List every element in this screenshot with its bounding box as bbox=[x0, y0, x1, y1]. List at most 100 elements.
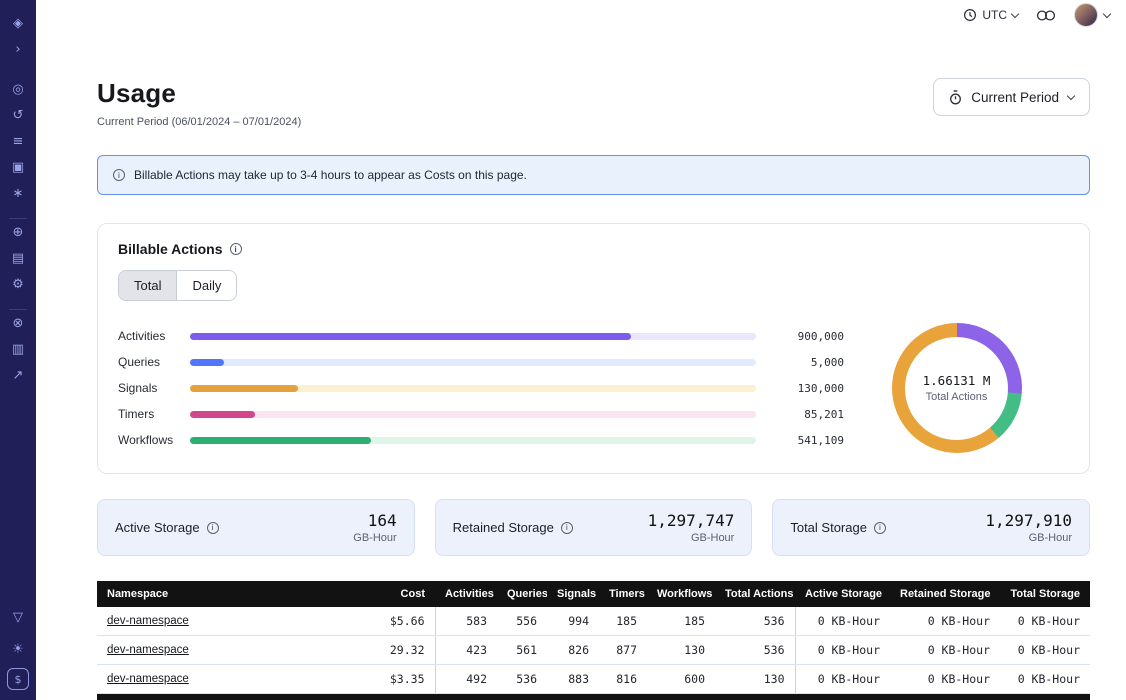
bar-row: Workflows 541,109 bbox=[118, 431, 844, 450]
info-icon[interactable]: i bbox=[561, 522, 573, 534]
total-storage-value: 1,297,910 bbox=[985, 511, 1072, 530]
info-banner: i Billable Actions may take up to 3-4 ho… bbox=[97, 155, 1090, 195]
page-subtitle: Current Period (06/01/2024 – 07/01/2024) bbox=[97, 116, 301, 128]
billable-actions-title: Billable Actions bbox=[118, 241, 223, 257]
value-cell: 536 bbox=[715, 636, 795, 665]
value-cell: 29.32 bbox=[347, 636, 435, 665]
chevron-down-icon bbox=[1067, 91, 1075, 99]
sidebar: ◈› ◎↺≡▣∗ ⊕▤⚙ ⊗▥↗ ▽ ☀ $ bbox=[0, 0, 36, 700]
bar-label: Queries bbox=[118, 355, 190, 369]
info-icon[interactable]: i bbox=[230, 243, 242, 255]
goggles-icon[interactable] bbox=[1036, 9, 1056, 22]
bar-chart: Activities 900,000 Queries 5,000 Signals bbox=[118, 327, 844, 450]
col-total-storage: Total Storage bbox=[1000, 581, 1090, 607]
main-area: UTC Usage Current Period (06/01/2024 – 0… bbox=[36, 0, 1126, 700]
retained-storage-unit: GB-Hour bbox=[648, 532, 735, 544]
user-menu[interactable] bbox=[1074, 3, 1110, 27]
bar-track bbox=[190, 411, 756, 418]
value-cell: $5.66 bbox=[347, 607, 435, 636]
value-cell: 130 bbox=[715, 665, 795, 694]
value-cell: 600 bbox=[647, 665, 715, 694]
info-icon: i bbox=[113, 169, 125, 181]
table-row: dev-namespace$3.354925368838166001300 KB… bbox=[97, 665, 1090, 694]
app-root: ◈›◎↺≡▣∗⊕▤⚙⊗▥↗▽☀$ UTC Usa bbox=[0, 0, 1126, 700]
active-storage-unit: GB-Hour bbox=[353, 532, 396, 544]
tab-total[interactable]: Total bbox=[119, 271, 177, 300]
active-storage-label: Active Storage bbox=[115, 520, 200, 535]
collapse-chevron-icon[interactable]: › bbox=[0, 36, 36, 62]
value-cell: 583 bbox=[435, 607, 497, 636]
tab-daily[interactable]: Daily bbox=[177, 271, 236, 300]
info-icon[interactable]: i bbox=[207, 522, 219, 534]
bar-label: Workflows bbox=[118, 433, 190, 447]
value-cell: 0 KB-Hour bbox=[795, 665, 890, 694]
theme-sun-icon[interactable]: ☀ bbox=[0, 636, 36, 662]
value-cell: $3.35 bbox=[347, 665, 435, 694]
usage-dollar-icon[interactable]: $ bbox=[7, 668, 29, 690]
layers-icon[interactable]: ≡ bbox=[0, 128, 36, 154]
bar-row: Activities 900,000 bbox=[118, 327, 844, 346]
col-cost: Cost bbox=[347, 581, 435, 607]
deployments-cube-icon[interactable]: ▣ bbox=[0, 154, 36, 180]
value-cell: 185 bbox=[647, 607, 715, 636]
bar-fill bbox=[190, 411, 255, 418]
avatar bbox=[1074, 3, 1098, 27]
retained-storage-label: Retained Storage bbox=[453, 520, 554, 535]
clock-icon bbox=[963, 8, 977, 22]
billable-actions-chart: Activities 900,000 Queries 5,000 Signals bbox=[118, 323, 1069, 453]
stopwatch-icon bbox=[949, 90, 962, 105]
table-header-row: Namespace Cost Activities Queries Signal… bbox=[97, 581, 1090, 607]
sidebar-group: ⊕▤⚙ bbox=[0, 219, 36, 297]
col-timers: Timers bbox=[599, 581, 647, 607]
table-footer-bar-partial bbox=[97, 694, 1090, 700]
nexus-asterisk-icon[interactable]: ∗ bbox=[0, 180, 36, 206]
world-icon[interactable]: ⊕ bbox=[0, 219, 36, 245]
namespace-link[interactable]: dev-namespace bbox=[107, 673, 189, 685]
col-active-storage: Active Storage bbox=[795, 581, 890, 607]
timezone-selector[interactable]: UTC bbox=[963, 8, 1018, 22]
launch-arrow-icon[interactable]: ↗ bbox=[0, 362, 36, 388]
col-signals: Signals bbox=[547, 581, 599, 607]
billing-card-icon[interactable]: ▤ bbox=[0, 245, 36, 271]
total-daily-tabs: Total Daily bbox=[118, 270, 237, 301]
donut-chart-wrap: 1.66131 M Total Actions bbox=[844, 323, 1069, 453]
namespace-link[interactable]: dev-namespace bbox=[107, 644, 189, 656]
value-cell: 536 bbox=[715, 607, 795, 636]
value-cell: 994 bbox=[547, 607, 599, 636]
docs-icon[interactable]: ▥ bbox=[0, 336, 36, 362]
period-dropdown-label: Current Period bbox=[971, 90, 1059, 105]
namespaces-icon[interactable]: ◎ bbox=[0, 76, 36, 102]
col-activities: Activities bbox=[435, 581, 497, 607]
table-row: dev-namespace29.324235618268771305360 KB… bbox=[97, 636, 1090, 665]
value-cell: 0 KB-Hour bbox=[1000, 665, 1090, 694]
namespace-cell: dev-namespace bbox=[97, 607, 347, 636]
settings-gear-icon[interactable]: ⚙ bbox=[0, 271, 36, 297]
namespace-link[interactable]: dev-namespace bbox=[107, 615, 189, 627]
sidebar-group: ◈› bbox=[0, 10, 36, 62]
period-dropdown-button[interactable]: Current Period bbox=[933, 78, 1090, 116]
donut-ring: 1.66131 M Total Actions bbox=[892, 323, 1022, 453]
support-circle-x-icon[interactable]: ⊗ bbox=[0, 310, 36, 336]
col-total-actions: Total Actions bbox=[715, 581, 795, 607]
total-storage-unit: GB-Hour bbox=[985, 532, 1072, 544]
bar-track bbox=[190, 437, 756, 444]
bar-track bbox=[190, 385, 756, 392]
logo-icon[interactable]: ◈ bbox=[0, 10, 36, 36]
value-cell: 0 KB-Hour bbox=[890, 607, 1000, 636]
value-cell: 556 bbox=[497, 607, 547, 636]
bar-value: 85,201 bbox=[772, 408, 844, 421]
total-storage-card: Total Storage i 1,297,910 GB-Hour bbox=[772, 499, 1090, 556]
bar-track bbox=[190, 333, 756, 340]
table-row: dev-namespace$5.665835569941851855360 KB… bbox=[97, 607, 1090, 636]
value-cell: 816 bbox=[599, 665, 647, 694]
namespace-usage-table-wrap: Namespace Cost Activities Queries Signal… bbox=[97, 581, 1090, 700]
lab-flask-icon[interactable]: ▽ bbox=[0, 604, 36, 630]
history-icon[interactable]: ↺ bbox=[0, 102, 36, 128]
chevron-down-icon bbox=[1011, 9, 1019, 17]
donut-total-value: 1.66131 M bbox=[923, 373, 991, 388]
bar-value: 130,000 bbox=[772, 382, 844, 395]
namespace-cell: dev-namespace bbox=[97, 665, 347, 694]
timezone-label: UTC bbox=[982, 8, 1007, 22]
content: Usage Current Period (06/01/2024 – 07/01… bbox=[36, 30, 1126, 700]
info-icon[interactable]: i bbox=[874, 522, 886, 534]
